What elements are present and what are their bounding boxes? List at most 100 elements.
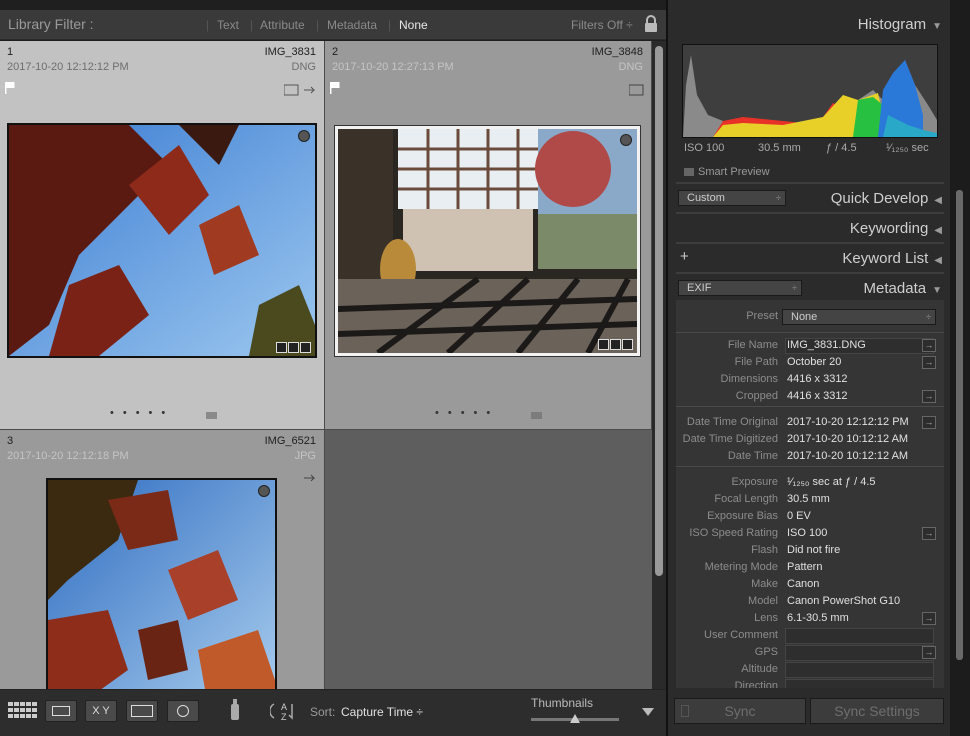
filters-off-dropdown[interactable]: Filters Off ÷ (571, 18, 633, 32)
spray-can-icon[interactable] (229, 698, 241, 722)
color-label-circle[interactable] (620, 134, 632, 146)
people-view-button[interactable] (167, 700, 199, 722)
metadata-row-flash: Flash Did not fire (676, 543, 944, 560)
rotate-icon[interactable] (302, 473, 318, 483)
metadata-value-field[interactable] (785, 628, 934, 644)
metadata-preset-dropdown[interactable]: None ÷ (782, 309, 936, 325)
grid-scrollbar-thumb[interactable] (655, 46, 663, 576)
metadata-value-field[interactable] (785, 679, 934, 688)
metadata-value-field[interactable] (785, 662, 934, 678)
go-to-arrow-icon[interactable]: → (922, 527, 936, 540)
grid-scrollbar[interactable] (652, 41, 666, 689)
grid-cell-2[interactable]: 2 IMG_3848 2017-10-20 12:27:13 PM DNG ••… (325, 41, 652, 430)
sort-direction-icon[interactable]: A Z (270, 700, 302, 722)
metadata-value: Pattern (787, 561, 823, 573)
flag-icon[interactable] (330, 82, 340, 94)
go-to-arrow-icon[interactable]: → (922, 356, 936, 369)
slider-knob[interactable] (570, 714, 580, 723)
metadata-value: ¹⁄₁₂₅₀ sec at ƒ / 4.5 (787, 476, 876, 488)
sort-dropdown[interactable]: Capture Time ÷ (341, 705, 423, 719)
metadata-key: File Path (734, 356, 778, 368)
thumbnails-label: Thumbnails (531, 696, 594, 710)
cell-filename: IMG_3848 (591, 46, 643, 58)
quick-develop-header[interactable]: Quick Develop ◀ (831, 190, 942, 207)
metadata-row-make: Make Canon (676, 577, 944, 594)
metadata-key: Make (751, 578, 778, 590)
metadata-row-file-path: File Path October 20 → (676, 355, 944, 372)
metadata-key: Model (748, 595, 778, 607)
lock-icon[interactable] (643, 15, 659, 33)
filter-tab-text[interactable]: Text (217, 18, 239, 32)
metadata-value-field[interactable] (785, 645, 934, 661)
loupe-view-button[interactable] (45, 700, 77, 722)
metadata-row-model: Model Canon PowerShot G10 (676, 594, 944, 611)
keywording-header[interactable]: Keywording ◀ (850, 220, 942, 237)
filter-tab-attribute[interactable]: Attribute (260, 18, 305, 32)
right-scrollbar-thumb[interactable] (956, 190, 963, 660)
grid-cell-1[interactable]: 1 IMG_3831 2017-10-20 12:12:12 PM DNG ••… (0, 41, 325, 430)
loupe-icon (52, 706, 70, 716)
metadata-row-lens: Lens 6.1-30.5 mm → (676, 611, 944, 628)
cell-extension: DNG (618, 61, 643, 73)
collapse-triangle-icon: ◀ (934, 195, 942, 206)
grid-cell-3[interactable]: 3 IMG_6521 2017-10-20 12:12:18 PM JPG (0, 430, 325, 689)
metadata-key: Dimensions (720, 373, 778, 385)
photo-thumbnail-2[interactable] (334, 125, 641, 357)
grid-empty-cell (325, 430, 652, 689)
go-to-arrow-icon[interactable]: → (922, 416, 936, 429)
metadata-panel: Preset None ÷ File Name IMG_3831.DNG → File … (676, 300, 944, 688)
cell-filename: IMG_3831 (264, 46, 316, 58)
sync-button[interactable]: Sync (674, 698, 806, 724)
dropdown-arrow-icon: ÷ (776, 193, 781, 203)
quick-develop-preset-dropdown[interactable]: Custom ÷ (678, 190, 786, 206)
photo-thumbnail-3[interactable] (46, 478, 277, 689)
grid-view-icon[interactable] (8, 702, 38, 722)
survey-view-button[interactable] (126, 700, 158, 722)
sync-settings-button[interactable]: Sync Settings (810, 698, 944, 724)
metadata-key: Date Time Original (686, 416, 778, 428)
metadata-key: Direction (734, 680, 778, 688)
metadata-badges (598, 339, 633, 350)
metadata-key: File Name (727, 339, 778, 351)
go-to-arrow-icon[interactable]: → (922, 339, 936, 352)
metadata-key: Date Time Digitized (682, 433, 778, 445)
filter-tab-metadata[interactable]: Metadata (327, 18, 377, 32)
compare-view-button[interactable]: X Y (85, 700, 117, 722)
sync-toggle-icon[interactable] (681, 705, 689, 717)
go-to-arrow-icon[interactable]: → (922, 390, 936, 403)
metadata-value: 0 EV (787, 510, 811, 522)
color-label-circle[interactable] (258, 485, 270, 497)
go-to-arrow-icon[interactable]: → (922, 612, 936, 625)
cell-index: 3 (7, 435, 14, 447)
metadata-row-exposure-bias: Exposure Bias 0 EV (676, 509, 944, 526)
flag-icon[interactable] (5, 82, 15, 94)
thumbnail-size-slider[interactable] (531, 714, 619, 723)
metadata-key: Altitude (741, 663, 778, 675)
badge-icon[interactable] (628, 84, 645, 96)
histogram-header[interactable]: Histogram ▼ (858, 16, 942, 33)
add-keyword-icon[interactable]: + (680, 248, 689, 265)
cell-date: 2017-10-20 12:27:13 PM (332, 61, 454, 73)
chevron-down-icon[interactable] (642, 708, 654, 716)
thumbnail-grid: 1 IMG_3831 2017-10-20 12:12:12 PM DNG ••… (0, 41, 652, 689)
photo-thumbnail-1[interactable] (7, 123, 317, 358)
filter-tab-none[interactable]: None (399, 18, 428, 32)
right-panel-scrollbar[interactable] (950, 0, 970, 736)
histogram (682, 44, 938, 138)
metadata-header[interactable]: Metadata ▼ (864, 280, 942, 297)
metadata-row-user-comment: User Comment (676, 628, 944, 645)
color-label-circle[interactable] (298, 130, 310, 142)
keyword-list-header[interactable]: Keyword List ◀ (842, 250, 942, 267)
svg-text:Z: Z (281, 712, 287, 722)
go-to-arrow-icon[interactable]: → (922, 646, 936, 659)
metadata-set-dropdown[interactable]: EXIF ÷ (678, 280, 802, 296)
metadata-key: Focal Length (714, 493, 778, 505)
metadata-value: Canon (787, 578, 820, 590)
metadata-value: October 20 (787, 356, 842, 368)
metadata-key: ISO Speed Rating (689, 527, 778, 539)
metadata-key: Exposure (731, 476, 778, 488)
cell-index: 1 (7, 46, 14, 58)
collapse-triangle-icon: ◀ (934, 225, 942, 236)
hist-aperture: ƒ / 4.5 (826, 142, 857, 154)
rotate-icon[interactable] (283, 84, 318, 96)
